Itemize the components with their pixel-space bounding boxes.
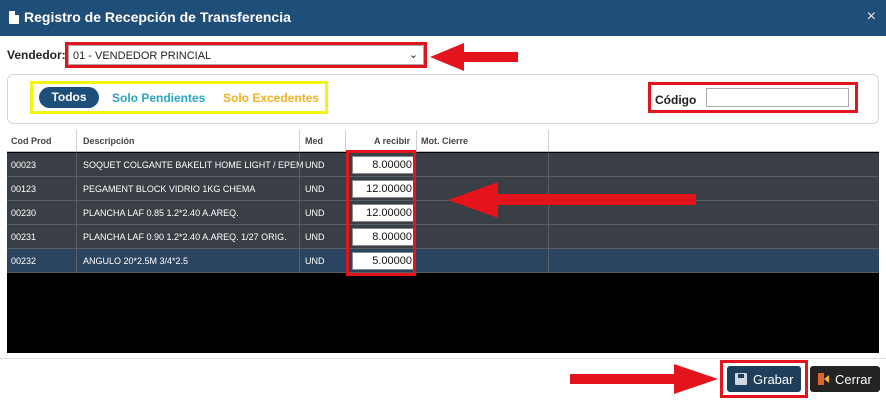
codigo-label: Código (655, 93, 697, 107)
cell-desc: PLANCHA LAF 0.85 1.2*2.40 A.AREQ. (83, 208, 239, 218)
cell-cod: 00232 (11, 256, 37, 266)
cell-cod: 00231 (11, 232, 37, 242)
col-divider (299, 225, 300, 248)
col-divider (299, 130, 300, 151)
cell-med: UND (305, 256, 325, 266)
codigo-input[interactable] (706, 88, 849, 107)
floppy-disk-icon (735, 373, 747, 385)
col-divider (76, 130, 77, 151)
cell-cod: 00230 (11, 208, 37, 218)
annotation-arrow-grabar (570, 364, 718, 394)
col-divider (548, 225, 549, 248)
filter-pendientes-button[interactable]: Solo Pendientes (112, 91, 205, 105)
col-divider (548, 130, 549, 151)
cell-cod: 00123 (11, 184, 37, 194)
title-bar: Registro de Recepción de Transferencia × (0, 0, 886, 36)
col-descripcion[interactable]: Descripción (83, 136, 135, 146)
annotation-box-vendedor (65, 42, 427, 68)
col-divider (299, 249, 300, 272)
table-row[interactable]: 00230 PLANCHA LAF 0.85 1.2*2.40 A.AREQ. … (7, 201, 879, 225)
col-divider (76, 249, 77, 272)
col-divider (299, 153, 300, 176)
col-divider (76, 153, 77, 176)
close-button-label: Cerrar (835, 372, 872, 387)
cell-med: UND (305, 232, 325, 242)
col-divider (548, 249, 549, 272)
filter-excedentes-button[interactable]: Solo Excedentes (223, 91, 319, 105)
annotation-box-a-recibir (346, 150, 416, 276)
col-divider (299, 201, 300, 224)
save-button[interactable]: Grabar (727, 366, 801, 392)
table-row[interactable]: 00023 SOQUET COLGANTE BAKELIT HOME LIGHT… (7, 153, 879, 177)
table-row[interactable]: 00231 PLANCHA LAF 0.90 1.2*2.40 A.AREQ. … (7, 225, 879, 249)
cell-med: UND (305, 184, 325, 194)
col-a-recibir[interactable]: A recibir (374, 136, 410, 146)
footer-divider (0, 358, 886, 359)
vendedor-label: Vendedor: (7, 48, 66, 62)
col-divider (299, 177, 300, 200)
document-icon (9, 11, 19, 24)
table-row-selected[interactable]: 00232 ANGULO 20*2.5M 3/4*2.5 UND 5.00000 (7, 249, 879, 273)
col-divider (416, 130, 417, 151)
annotation-arrow-vendedor (430, 43, 518, 71)
grid-header: Cod Prod Descripción Med A recibir Mot. … (7, 130, 879, 152)
col-divider (76, 177, 77, 200)
cell-desc: SOQUET COLGANTE BAKELIT HOME LIGHT / EPE… (83, 160, 304, 170)
window-title: Registro de Recepción de Transferencia (24, 9, 291, 25)
col-mot-cierre[interactable]: Mot. Cierre (421, 136, 468, 146)
close-icon[interactable]: × (867, 8, 876, 26)
cell-desc: PLANCHA LAF 0.90 1.2*2.40 A.AREQ. 1/27 O… (83, 232, 287, 242)
col-cod-prod[interactable]: Cod Prod (11, 136, 52, 146)
table-row[interactable]: 00123 PEGAMENT BLOCK VIDRIO 1KG CHEMA UN… (7, 177, 879, 201)
col-divider (76, 225, 77, 248)
save-button-label: Grabar (753, 372, 794, 387)
cell-desc: PEGAMENT BLOCK VIDRIO 1KG CHEMA (83, 184, 256, 194)
annotation-arrow-a-recibir (448, 182, 696, 218)
cell-med: UND (305, 208, 325, 218)
col-divider (548, 153, 549, 176)
col-divider (76, 201, 77, 224)
cell-cod: 00023 (11, 160, 37, 170)
filter-todos-button[interactable]: Todos (39, 87, 99, 108)
col-med[interactable]: Med (305, 136, 323, 146)
col-divider (345, 130, 346, 151)
close-button[interactable]: Cerrar (810, 366, 880, 392)
exit-door-icon (818, 373, 829, 385)
cell-desc: ANGULO 20*2.5M 3/4*2.5 (83, 256, 189, 266)
cell-med: UND (305, 160, 325, 170)
